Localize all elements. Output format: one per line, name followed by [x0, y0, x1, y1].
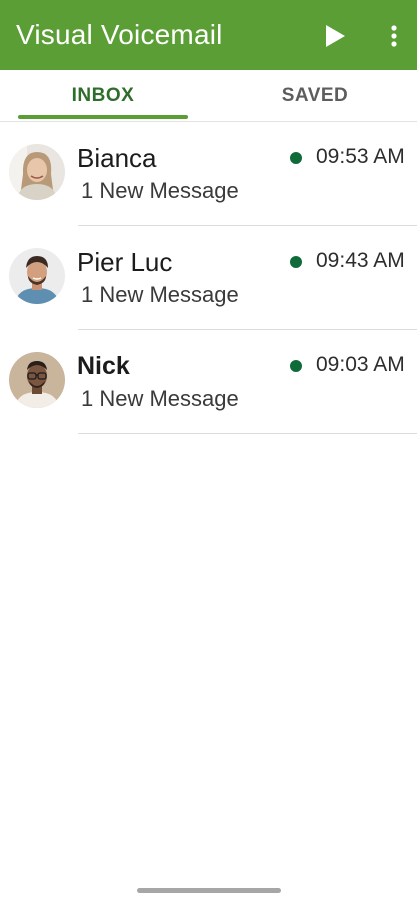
list-item[interactable]: Bianca 1 New Message 09:53 AM: [0, 122, 417, 226]
message-time: 09:43 AM: [316, 249, 405, 272]
tab-saved[interactable]: SAVED: [230, 70, 400, 122]
unread-indicator: [290, 360, 302, 372]
list-item[interactable]: Nick 1 New Message 09:03 AM: [0, 330, 417, 434]
more-vert-icon: [391, 25, 397, 47]
tab-bar: INBOX SAVED: [0, 70, 417, 122]
divider: [78, 433, 417, 434]
voicemail-list: Bianca 1 New Message 09:53 AM Pier Luc 1…: [0, 122, 417, 434]
voicemail-screen: Visual Voicemail INBOX SAVED Bianca 1 Ne…: [0, 0, 417, 899]
unread-indicator: [290, 152, 302, 164]
avatar: [9, 248, 65, 304]
message-count: 1 New Message: [81, 178, 239, 203]
avatar: [9, 352, 65, 408]
avatar: [9, 144, 65, 200]
app-title: Visual Voicemail: [16, 19, 223, 50]
message-time: 09:53 AM: [316, 145, 405, 168]
message-count: 1 New Message: [81, 282, 239, 307]
contact-name: Nick: [77, 352, 130, 380]
unread-indicator: [290, 256, 302, 268]
play-icon: [326, 25, 345, 47]
contact-name: Bianca: [77, 143, 157, 173]
contact-name: Pier Luc: [77, 247, 173, 277]
selected-tab-indicator: [18, 115, 188, 119]
overflow-menu-button[interactable]: [380, 20, 408, 52]
list-item[interactable]: Pier Luc 1 New Message 09:43 AM: [0, 226, 417, 330]
message-time: 09:03 AM: [316, 353, 405, 376]
home-indicator[interactable]: [137, 888, 281, 893]
app-bar: Visual Voicemail: [0, 0, 417, 70]
message-count: 1 New Message: [81, 386, 239, 411]
play-all-button[interactable]: [320, 22, 350, 50]
